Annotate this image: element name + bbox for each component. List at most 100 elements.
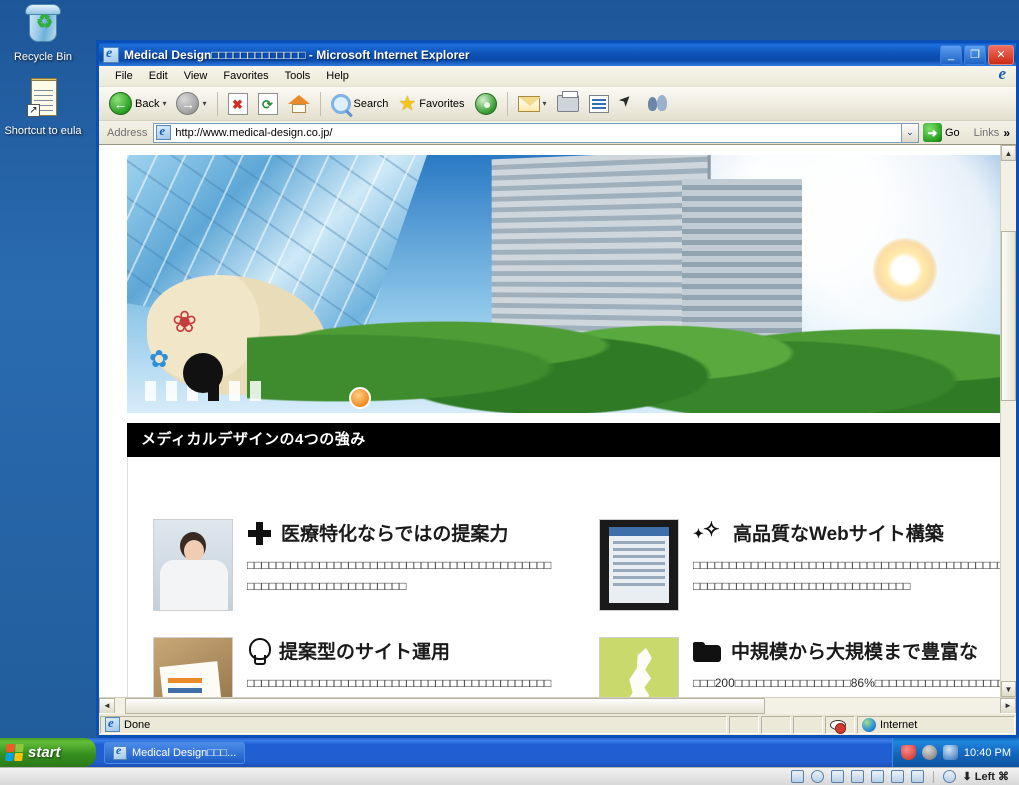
close-button[interactable]: ✕	[988, 44, 1014, 65]
toolbar-separator	[216, 91, 218, 116]
task-button-medical-design[interactable]: Medical Design□□□...	[104, 741, 246, 764]
feature-text: □□□□□□□□□□□□□□□□□□□□□□□□□□□□□□□□□□□□□□□□…	[693, 558, 1000, 593]
scroll-down-button[interactable]: ▼	[1001, 681, 1016, 697]
privacy-report-icon[interactable]	[830, 718, 846, 734]
carousel-prev-button[interactable]	[183, 353, 223, 393]
back-dropdown-icon[interactable]: ▾	[162, 99, 166, 108]
carousel-indicator-6[interactable]	[250, 381, 261, 401]
menu-item-tools[interactable]: Tools	[277, 68, 319, 84]
links-button[interactable]: Links »	[968, 126, 1016, 140]
vm-separator	[932, 770, 934, 783]
refresh-icon: ⟳	[257, 92, 278, 115]
security-shield-icon[interactable]	[900, 745, 916, 760]
go-button[interactable]: ➜ Go	[919, 123, 968, 142]
feature-title: 中規模から大規模まで豊富な	[731, 642, 979, 663]
mail-dropdown-icon[interactable]: ▾	[543, 99, 547, 108]
star-icon: ★	[398, 92, 417, 115]
network-icon[interactable]	[942, 745, 958, 760]
internet-explorer-window: Medical Design□□□□□□□□□□□□□ - Microsoft …	[96, 40, 1019, 738]
search-button-label: Search	[353, 97, 389, 110]
address-dropdown-button[interactable]: ⌄	[901, 122, 919, 143]
forward-dropdown-icon[interactable]: ▾	[202, 99, 206, 108]
edit-button[interactable]	[585, 90, 613, 118]
feature-text: □□□200□□□□□□□□□□□□□□□□86%□□□□□□□□□□□□□□□…	[693, 676, 1000, 690]
address-input-value: http://www.medical-design.co.jp/	[175, 126, 333, 139]
forward-arrow-icon: →	[176, 92, 200, 115]
desktop-icon-shortcut-eula[interactable]: ↗ Shortcut to eula	[0, 78, 86, 138]
task-button-label: Medical Design□□□...	[132, 746, 237, 759]
horizontal-scroll-thumb[interactable]	[125, 697, 765, 714]
feature-heading-row: 提案型のサイト運用	[247, 637, 553, 665]
address-label: Address	[107, 126, 148, 139]
desktop-icon-recycle-bin[interactable]: ♻ Recycle Bin	[0, 4, 86, 64]
scroll-up-button[interactable]: ▲	[1001, 145, 1016, 161]
start-button[interactable]: start	[0, 738, 96, 767]
shared-folder-icon[interactable]	[850, 770, 864, 783]
search-button[interactable]: Search	[327, 90, 393, 118]
stop-button[interactable]: ✖	[224, 90, 252, 118]
menu-item-file[interactable]: File	[107, 68, 141, 84]
virtualization-icon[interactable]	[910, 770, 924, 783]
feature-text: □□□□□□□□□□□□□□□□□□□□□□□□□□□□□□□□□□□□□□□□…	[247, 676, 552, 690]
favorites-button-label: Favorites	[419, 97, 465, 110]
notepad-document-icon: ↗	[19, 78, 67, 122]
carousel-play-button[interactable]	[349, 387, 371, 409]
horizontal-scrollbar[interactable]: ◄ ►	[99, 697, 1016, 714]
minimize-button[interactable]: _	[940, 44, 962, 65]
feature-thumbnail-japan-map	[599, 637, 679, 697]
maximize-button[interactable]: ❐	[964, 44, 986, 65]
back-arrow-icon: ←	[109, 92, 132, 115]
home-button[interactable]	[284, 90, 314, 118]
status-text: Done	[124, 718, 151, 731]
folder-icon	[693, 640, 721, 662]
feature-text: □□□□□□□□□□□□□□□□□□□□□□□□□□□□□□□□□□□□□□□□…	[247, 558, 552, 593]
menu-item-favorites[interactable]: Favorites	[215, 68, 276, 84]
address-input[interactable]: http://www.medical-design.co.jp/	[153, 122, 902, 143]
horizontal-scroll-track[interactable]	[115, 697, 1000, 714]
recording-icon[interactable]	[890, 770, 904, 783]
refresh-button[interactable]: ⟳	[254, 90, 282, 118]
vertical-scroll-track[interactable]	[1001, 161, 1016, 681]
volume-icon[interactable]	[921, 745, 937, 760]
clock[interactable]: 10:40 PM	[964, 747, 1011, 759]
window-titlebar[interactable]: Medical Design□□□□□□□□□□□□□ - Microsoft …	[96, 40, 1019, 66]
feature-card-2: ✧ ✦ 高品質なWebサイト構築 □□□□□□□□□□□□□□□□□□□□□□□□…	[599, 519, 1000, 611]
feature-heading-row: ✧ ✦ 高品質なWebサイト構築	[693, 519, 1000, 546]
ie-brand-logo-icon	[984, 64, 1010, 86]
sparkle-icon: ✧ ✦	[693, 518, 720, 541]
scroll-left-button[interactable]: ◄	[99, 697, 115, 714]
carousel-indicator-1[interactable]	[145, 381, 156, 401]
task-ie-icon	[113, 743, 127, 760]
status-bar: Done Internet	[99, 713, 1016, 735]
messenger-button[interactable]	[643, 90, 673, 118]
status-privacy-cell[interactable]	[825, 715, 855, 734]
forward-button[interactable]: → ▾	[172, 90, 210, 118]
desktop: ♻ Recycle Bin ↗ Shortcut to eula Medical…	[0, 0, 1019, 738]
status-zone-cell[interactable]: Internet	[857, 715, 1015, 734]
menu-item-edit[interactable]: Edit	[141, 68, 176, 84]
optical-disk-icon[interactable]	[810, 770, 824, 783]
feature-thumbnail-tablet	[599, 519, 679, 611]
mail-button[interactable]: ▾	[514, 90, 551, 118]
stop-icon: ✖	[227, 92, 248, 115]
display-icon[interactable]	[870, 770, 884, 783]
carousel-indicator-2[interactable]	[166, 381, 177, 401]
favorites-button[interactable]: ★ Favorites	[394, 90, 468, 118]
vertical-scrollbar[interactable]: ▲ ▼	[1000, 145, 1016, 697]
menu-item-help[interactable]: Help	[318, 68, 357, 84]
media-button[interactable]	[471, 90, 501, 118]
status-ie-icon	[105, 715, 120, 732]
scroll-right-button[interactable]: ►	[1000, 697, 1016, 714]
network-activity-icon[interactable]	[942, 770, 956, 783]
back-button[interactable]: ← Back ▾	[105, 90, 170, 118]
discuss-button[interactable]	[615, 90, 641, 118]
usb-icon[interactable]	[830, 770, 844, 783]
vertical-scroll-thumb[interactable]	[1001, 231, 1016, 401]
status-zone-label: Internet	[880, 718, 918, 731]
print-button[interactable]	[553, 90, 583, 118]
hard-disk-icon[interactable]	[790, 770, 804, 783]
menu-item-view[interactable]: View	[176, 68, 216, 84]
carousel-indicator-5[interactable]	[229, 381, 240, 401]
internet-zone-icon	[862, 717, 876, 732]
hero-carousel[interactable]: ❀ ✿	[127, 155, 1000, 413]
